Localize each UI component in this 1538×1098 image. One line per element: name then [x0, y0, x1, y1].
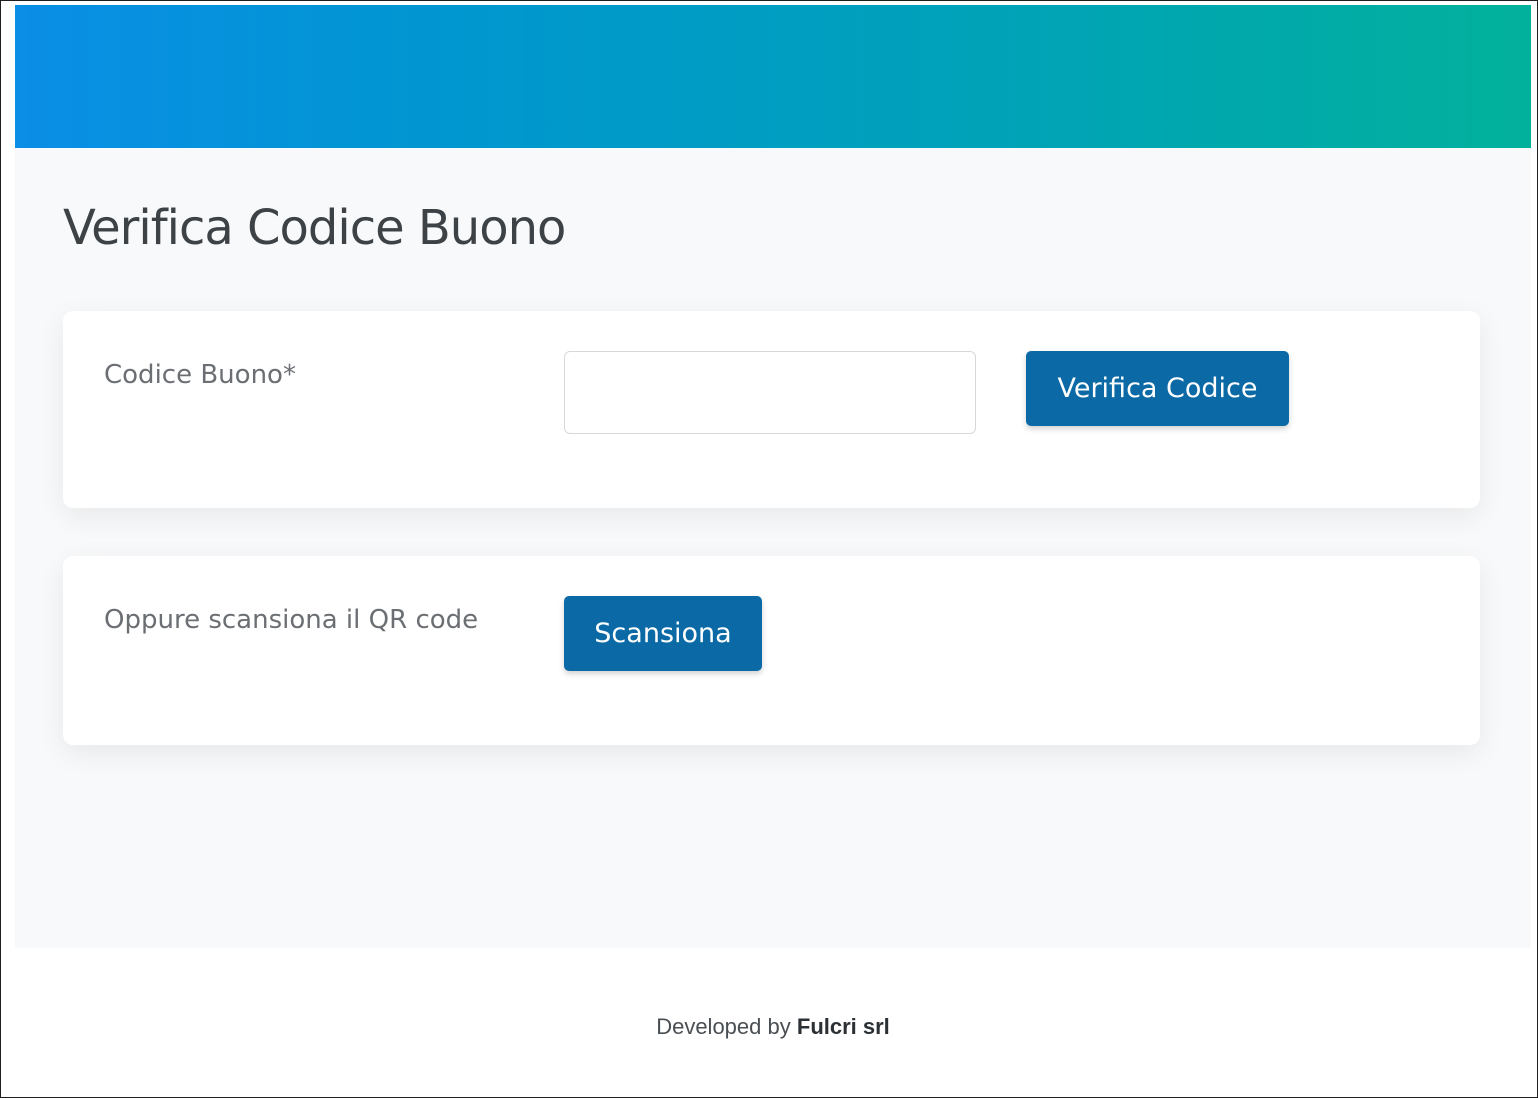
- voucher-code-card: Codice Buono* Verifica Codice: [63, 311, 1480, 508]
- voucher-code-input[interactable]: [564, 351, 976, 434]
- qr-scan-card: Oppure scansiona il QR code Scansiona: [63, 556, 1480, 745]
- page-title: Verifica Codice Buono: [63, 200, 566, 256]
- footer-credit: Developed by Fulcri srl: [15, 1012, 1531, 1042]
- scan-button[interactable]: Scansiona: [564, 596, 762, 671]
- footer: Developed by Fulcri srl: [15, 948, 1531, 1097]
- verify-code-button[interactable]: Verifica Codice: [1026, 351, 1289, 426]
- qr-scan-label: Oppure scansiona il QR code: [104, 605, 479, 635]
- main-content: Verifica Codice Buono Codice Buono* Veri…: [15, 148, 1531, 948]
- footer-company: Fulcri srl: [796, 1014, 890, 1039]
- voucher-code-label: Codice Buono*: [104, 360, 296, 390]
- footer-prefix: Developed by: [656, 1014, 791, 1039]
- browser-viewport: Verifica Codice Buono Codice Buono* Veri…: [0, 0, 1538, 1098]
- header-banner: [15, 5, 1531, 148]
